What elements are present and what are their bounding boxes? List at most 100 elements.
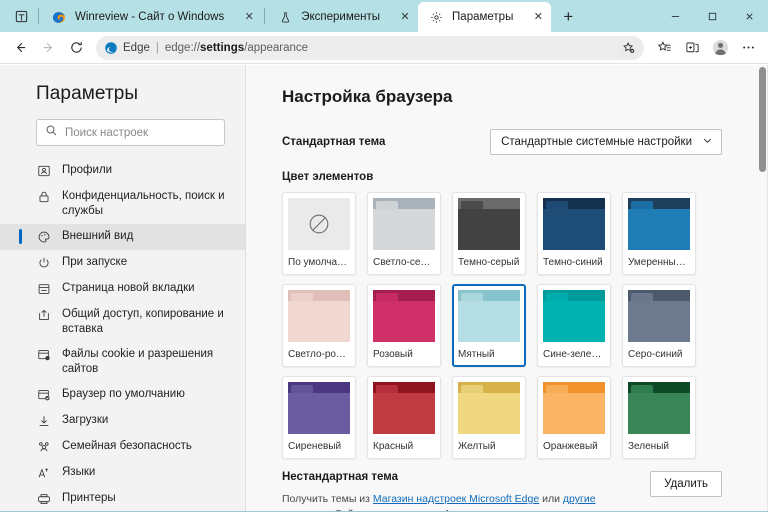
theme-swatch-red[interactable]: Красный <box>367 376 441 459</box>
forward-button[interactable] <box>34 34 62 62</box>
theme-swatch-pink[interactable]: Розовый <box>367 284 441 367</box>
close-button[interactable] <box>731 0 768 32</box>
browser-tab-active[interactable]: Параметры ✕ <box>418 2 552 32</box>
address-bar[interactable]: Edge | edge://settings/appearance <box>96 35 644 60</box>
url-prefix: edge:// <box>164 41 201 54</box>
search-input[interactable] <box>65 126 216 139</box>
add-favorite-icon[interactable] <box>618 37 640 58</box>
swatch-label: Мятный <box>458 349 495 360</box>
theme-preview <box>458 290 520 342</box>
swatch-label: Оранжевый <box>543 441 598 452</box>
favorites-icon[interactable] <box>650 34 678 62</box>
sidebar-item-label: Страница новой вкладки <box>62 282 195 294</box>
theme-preview <box>543 198 605 250</box>
profile-avatar[interactable] <box>706 34 734 62</box>
theme-swatch-default[interactable]: По умолчанию <box>282 192 356 275</box>
default-theme-label: Стандартная тема <box>282 136 386 148</box>
close-icon[interactable]: ✕ <box>240 8 258 26</box>
browser-tab[interactable]: Winreview - Сайт о Windows ✕ <box>41 2 262 32</box>
theme-swatch-gray-blue[interactable]: Серо-синий <box>622 284 696 367</box>
theme-swatch-lilac[interactable]: Сиреневый <box>282 376 356 459</box>
settings-page: Параметры Профили <box>0 65 768 512</box>
download-icon <box>36 413 52 428</box>
lock-icon <box>36 189 52 204</box>
sidebar-item-default-browser[interactable]: Браузер по умолчанию <box>0 382 245 408</box>
theme-swatch-dark-gray[interactable]: Темно-серый <box>452 192 526 275</box>
settings-sidebar: Параметры Профили <box>0 65 245 512</box>
theme-swatch-green[interactable]: Зеленый <box>622 376 696 459</box>
swatch-label: Темно-серый <box>458 257 520 268</box>
theme-swatch-dark-blue[interactable]: Темно-синий <box>537 192 611 275</box>
edge-addons-store-link[interactable]: Магазин надстроек Microsoft Edge <box>373 493 539 505</box>
search-icon <box>45 124 65 142</box>
theme-preview <box>373 290 435 342</box>
maximize-button[interactable] <box>694 0 731 32</box>
theme-color-grid: По умолчанию Светло-серый Темно-серый Те… <box>282 192 768 459</box>
desc-prefix: Получить темы из <box>282 493 373 505</box>
share-icon <box>36 307 52 322</box>
no-color-preview <box>288 198 350 250</box>
url-bold-segment: settings <box>200 41 245 54</box>
newtab-icon <box>36 281 52 296</box>
theme-swatch-light-gray[interactable]: Светло-серый <box>367 192 441 275</box>
theme-swatch-light-pink[interactable]: Светло-розов... <box>282 284 356 367</box>
default-theme-dropdown[interactable]: Стандартные системные настройки <box>490 129 722 155</box>
theme-swatch-mint[interactable]: Мятный <box>452 284 526 367</box>
swatch-label: Умеренный си... <box>628 257 690 268</box>
settings-more-icon[interactable] <box>734 34 762 62</box>
default-theme-value: Стандартные системные настройки <box>501 136 692 148</box>
tab-separator <box>264 8 266 24</box>
swatch-label: Темно-синий <box>543 257 603 268</box>
custom-theme-description: Получить темы из Магазин надстроек Micro… <box>282 492 627 512</box>
theme-swatch-moderate-blue[interactable]: Умеренный си... <box>622 192 696 275</box>
sidebar-item-new-tab-page[interactable]: Страница новой вкладки <box>0 276 245 302</box>
language-icon <box>36 465 52 480</box>
sidebar-item-family-safety[interactable]: Семейная безопасность <box>0 434 245 460</box>
vertical-scrollbar-thumb[interactable] <box>759 67 766 172</box>
sidebar-item-printers[interactable]: Принтеры <box>0 486 245 512</box>
theme-swatch-orange[interactable]: Оранжевый <box>537 376 611 459</box>
close-icon[interactable]: ✕ <box>529 8 547 26</box>
sidebar-item-downloads[interactable]: Загрузки <box>0 408 245 434</box>
theme-preview <box>373 198 435 250</box>
sidebar-item-cookies[interactable]: Файлы cookie и разрешения сайтов <box>0 342 245 382</box>
power-icon <box>36 255 52 270</box>
omnibox-actions <box>618 37 640 58</box>
sidebar-item-privacy[interactable]: Конфиденциальность, поиск и службы <box>0 184 245 224</box>
tab-search-icon[interactable] <box>6 1 36 31</box>
swatch-label: По умолчанию <box>288 257 350 268</box>
sidebar-item-on-startup[interactable]: При запуске <box>0 250 245 276</box>
firefox-icon <box>51 9 67 25</box>
sidebar-item-label: Профили <box>62 164 113 176</box>
swatch-label: Светло-розов... <box>288 349 350 360</box>
sidebar-item-appearance[interactable]: Внешний вид <box>0 224 245 250</box>
edge-logo-icon <box>104 41 118 55</box>
custom-theme-row: Нестандартная тема Получить темы из Мага… <box>282 471 768 512</box>
swatch-label: Серо-синий <box>628 349 683 360</box>
sidebar-item-languages[interactable]: Языки <box>0 460 245 486</box>
sidebar-item-label: Языки <box>62 466 96 478</box>
remove-theme-button[interactable]: Удалить <box>650 471 722 497</box>
sidebar-item-share-copy-paste[interactable]: Общий доступ, копирование и вставка <box>0 302 245 342</box>
minimize-button[interactable] <box>657 0 694 32</box>
close-icon[interactable]: ✕ <box>396 8 414 26</box>
sidebar-item-profiles[interactable]: Профили <box>0 158 245 184</box>
browser-toolbar: Edge | edge://settings/appearance <box>0 32 768 64</box>
cookie-icon <box>36 347 52 362</box>
collections-icon[interactable] <box>678 34 706 62</box>
theme-swatch-teal[interactable]: Сине-зеленый <box>537 284 611 367</box>
chevron-down-icon <box>702 135 713 149</box>
new-tab-button[interactable]: + <box>554 3 582 31</box>
refresh-button[interactable] <box>62 34 90 62</box>
element-color-label: Цвет элементов <box>282 171 374 183</box>
tab-title: Параметры <box>452 11 514 23</box>
search-settings-box[interactable] <box>36 119 225 146</box>
browser-tab[interactable]: Эксперименты ✕ <box>267 2 418 32</box>
flask-icon <box>277 9 293 25</box>
section-heading: Настройка браузера <box>282 87 453 106</box>
back-button[interactable] <box>6 34 34 62</box>
swatch-label: Красный <box>373 441 414 452</box>
theme-preview <box>373 382 435 434</box>
theme-swatch-yellow[interactable]: Желтый <box>452 376 526 459</box>
page-title: Параметры <box>36 83 139 104</box>
